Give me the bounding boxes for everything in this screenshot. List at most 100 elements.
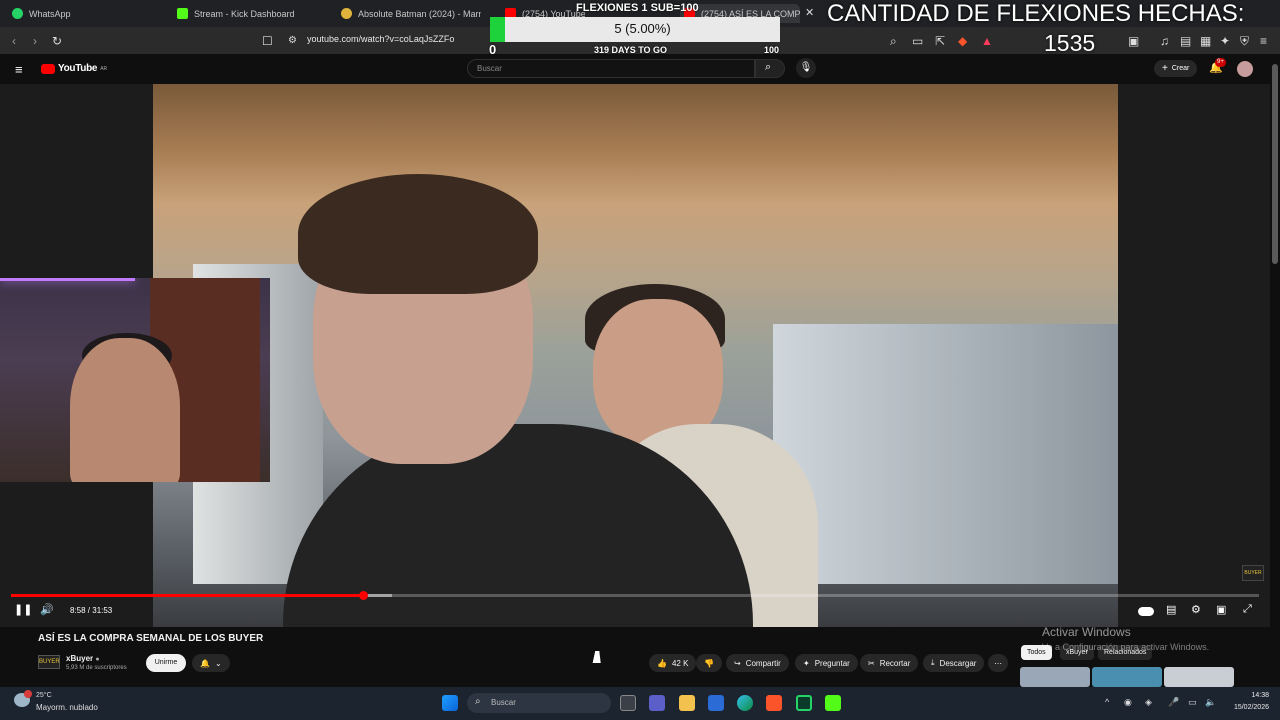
ask-label: Preguntar: [814, 658, 850, 668]
channel-name[interactable]: xBuyer ●: [66, 654, 100, 663]
ask-button[interactable]: ✦ Preguntar: [795, 654, 858, 672]
clip-button[interactable]: ✂ Recortar: [860, 654, 919, 672]
subtitles-icon[interactable]: ▤: [1166, 603, 1176, 616]
speaker-icon[interactable]: 🔈: [1205, 697, 1216, 708]
sidebar-toggle-icon[interactable]: ▣: [1128, 34, 1139, 48]
channel-watermark[interactable]: BUYER: [1242, 565, 1264, 581]
tab-whatsapp[interactable]: WhatsApp: [12, 4, 152, 23]
search-placeholder: Buscar: [477, 64, 502, 73]
related-video-thumbnail[interactable]: [1092, 667, 1162, 687]
related-video-thumbnail[interactable]: [1164, 667, 1234, 687]
brave-icon[interactable]: [766, 695, 782, 711]
weather-alert-badge: [24, 690, 32, 698]
kick-app-icon[interactable]: [825, 695, 841, 711]
hamburger-menu-icon[interactable]: ≡: [15, 62, 23, 77]
search-icon: ⌕: [475, 696, 481, 707]
goal-progress-text: 5 (5.00%): [614, 21, 671, 36]
windows-start-icon[interactable]: [442, 695, 458, 711]
taskbar-clock[interactable]: 14:38: [1224, 692, 1269, 699]
download-button[interactable]: ⤓ Descargar: [923, 654, 985, 672]
tray-app-icon[interactable]: ◈: [1145, 697, 1152, 708]
cast-icon[interactable]: ▭: [912, 34, 923, 48]
tab-kick-dashboard[interactable]: Stream - Kick Dashboard: [177, 4, 327, 23]
reader-icon[interactable]: ▤: [1180, 34, 1191, 48]
site-settings-icon[interactable]: ⚙: [288, 35, 297, 46]
tab-batman[interactable]: Absolute Batman (2024) - Marmota: [341, 4, 481, 23]
teams-icon[interactable]: [649, 695, 665, 711]
menu-icon[interactable]: ≡: [1260, 34, 1267, 48]
taskbar-date[interactable]: 15/02/2026: [1224, 704, 1269, 711]
weather-description[interactable]: Mayorm. nublado: [36, 703, 98, 712]
tray-app-icon[interactable]: ◉: [1124, 697, 1132, 708]
reload-icon[interactable]: ↻: [52, 34, 62, 48]
youtube-logo[interactable]: YouTube AR: [41, 63, 107, 74]
video-title: ASÍ ES LA COMPRA SEMANAL DE LOS BUYER: [38, 633, 264, 644]
verified-icon: ●: [95, 656, 100, 663]
youtube-wordmark: YouTube: [58, 63, 98, 74]
progress-scrubber[interactable]: [359, 591, 368, 600]
url-field[interactable]: youtube.com/watch?v=coLaqJsZZFo: [307, 34, 454, 44]
pushups-count: 1535: [1044, 30, 1096, 56]
search-icon: ⌕: [765, 61, 772, 73]
like-button[interactable]: 👍 42 K: [649, 654, 697, 672]
download-icon: ⤓: [931, 658, 935, 667]
taskbar-search-placeholder: Buscar: [491, 698, 516, 707]
create-label: Crear: [1171, 65, 1190, 72]
wallet-icon[interactable]: ▦: [1200, 34, 1211, 48]
brave-rewards-icon[interactable]: ▲: [981, 34, 993, 48]
miniplayer-icon[interactable]: ▣: [1216, 603, 1226, 616]
subscriber-count: 5,93 M de suscriptores: [66, 665, 127, 671]
file-explorer-icon[interactable]: [679, 695, 695, 711]
share-icon[interactable]: ⇱: [935, 34, 945, 48]
tab-label: WhatsApp: [29, 8, 71, 19]
obs-icon[interactable]: [796, 695, 812, 711]
tab-label: Absolute Batman (2024) - Marmota: [358, 8, 481, 19]
settings-gear-icon[interactable]: ⚙: [1191, 603, 1201, 616]
avatar[interactable]: [1237, 61, 1253, 77]
subscribed-bell-button[interactable]: 🔔 ⌄: [192, 654, 230, 672]
more-actions-button[interactable]: ⋯: [988, 654, 1008, 672]
windows-activation-subtitle: Ve a Configuración para activar Windows.: [1042, 642, 1210, 652]
plus-icon: +: [1162, 63, 1168, 74]
back-icon[interactable]: ‹: [12, 34, 16, 48]
vpn-icon[interactable]: ⛨: [1240, 34, 1249, 49]
related-video-thumbnail[interactable]: [1020, 667, 1090, 687]
store-icon[interactable]: [708, 695, 724, 711]
media-icon[interactable]: ♫: [1160, 34, 1169, 48]
bookmark-icon[interactable]: ☐: [262, 34, 273, 48]
join-button[interactable]: Unirme: [146, 654, 186, 672]
kick-icon: [177, 8, 188, 19]
more-dots-icon: ⋯: [994, 658, 1002, 668]
autoplay-toggle[interactable]: [1138, 607, 1154, 616]
volume-icon[interactable]: 🔊: [40, 603, 54, 616]
dislike-button[interactable]: 👎: [696, 654, 722, 672]
search-button[interactable]: ⌕: [755, 59, 785, 78]
zoom-icon[interactable]: ⌕: [890, 34, 897, 49]
microphone-icon[interactable]: 🎤: [1168, 697, 1179, 708]
create-button[interactable]: + Crear: [1154, 60, 1198, 77]
fullscreen-icon[interactable]: ⤢: [1243, 603, 1252, 616]
brave-shield-icon[interactable]: ◆: [958, 34, 967, 48]
pause-icon[interactable]: ❚❚: [14, 603, 32, 616]
task-view-icon[interactable]: [620, 695, 636, 711]
channel-avatar[interactable]: BUYER: [38, 655, 60, 669]
tray-chevron-icon[interactable]: ^: [1105, 697, 1109, 707]
taskbar-search[interactable]: ⌕ Buscar: [467, 693, 611, 713]
voice-search-icon[interactable]: 🎙: [796, 58, 816, 78]
search-input[interactable]: Buscar: [467, 59, 755, 78]
share-button[interactable]: ↪ Compartir: [726, 654, 789, 672]
network-icon[interactable]: ▭: [1188, 697, 1197, 708]
marmota-icon: [341, 8, 352, 19]
scrollbar-thumb[interactable]: [1272, 64, 1278, 264]
leo-icon[interactable]: ✦: [1220, 34, 1230, 48]
forward-icon[interactable]: ›: [33, 34, 37, 48]
goal-max: 100: [764, 45, 780, 55]
youtube-play-icon: [41, 63, 55, 74]
goal-min: 0: [489, 42, 497, 57]
goal-title: FLEXIONES 1 SUB=100: [576, 2, 699, 14]
edge-icon[interactable]: [737, 695, 753, 711]
country-code: AR: [100, 65, 108, 72]
weather-temperature[interactable]: 25°C: [36, 692, 52, 699]
goal-days-left: 319 DAYS TO GO: [594, 45, 668, 55]
close-tab-icon[interactable]: ✕: [805, 6, 814, 19]
